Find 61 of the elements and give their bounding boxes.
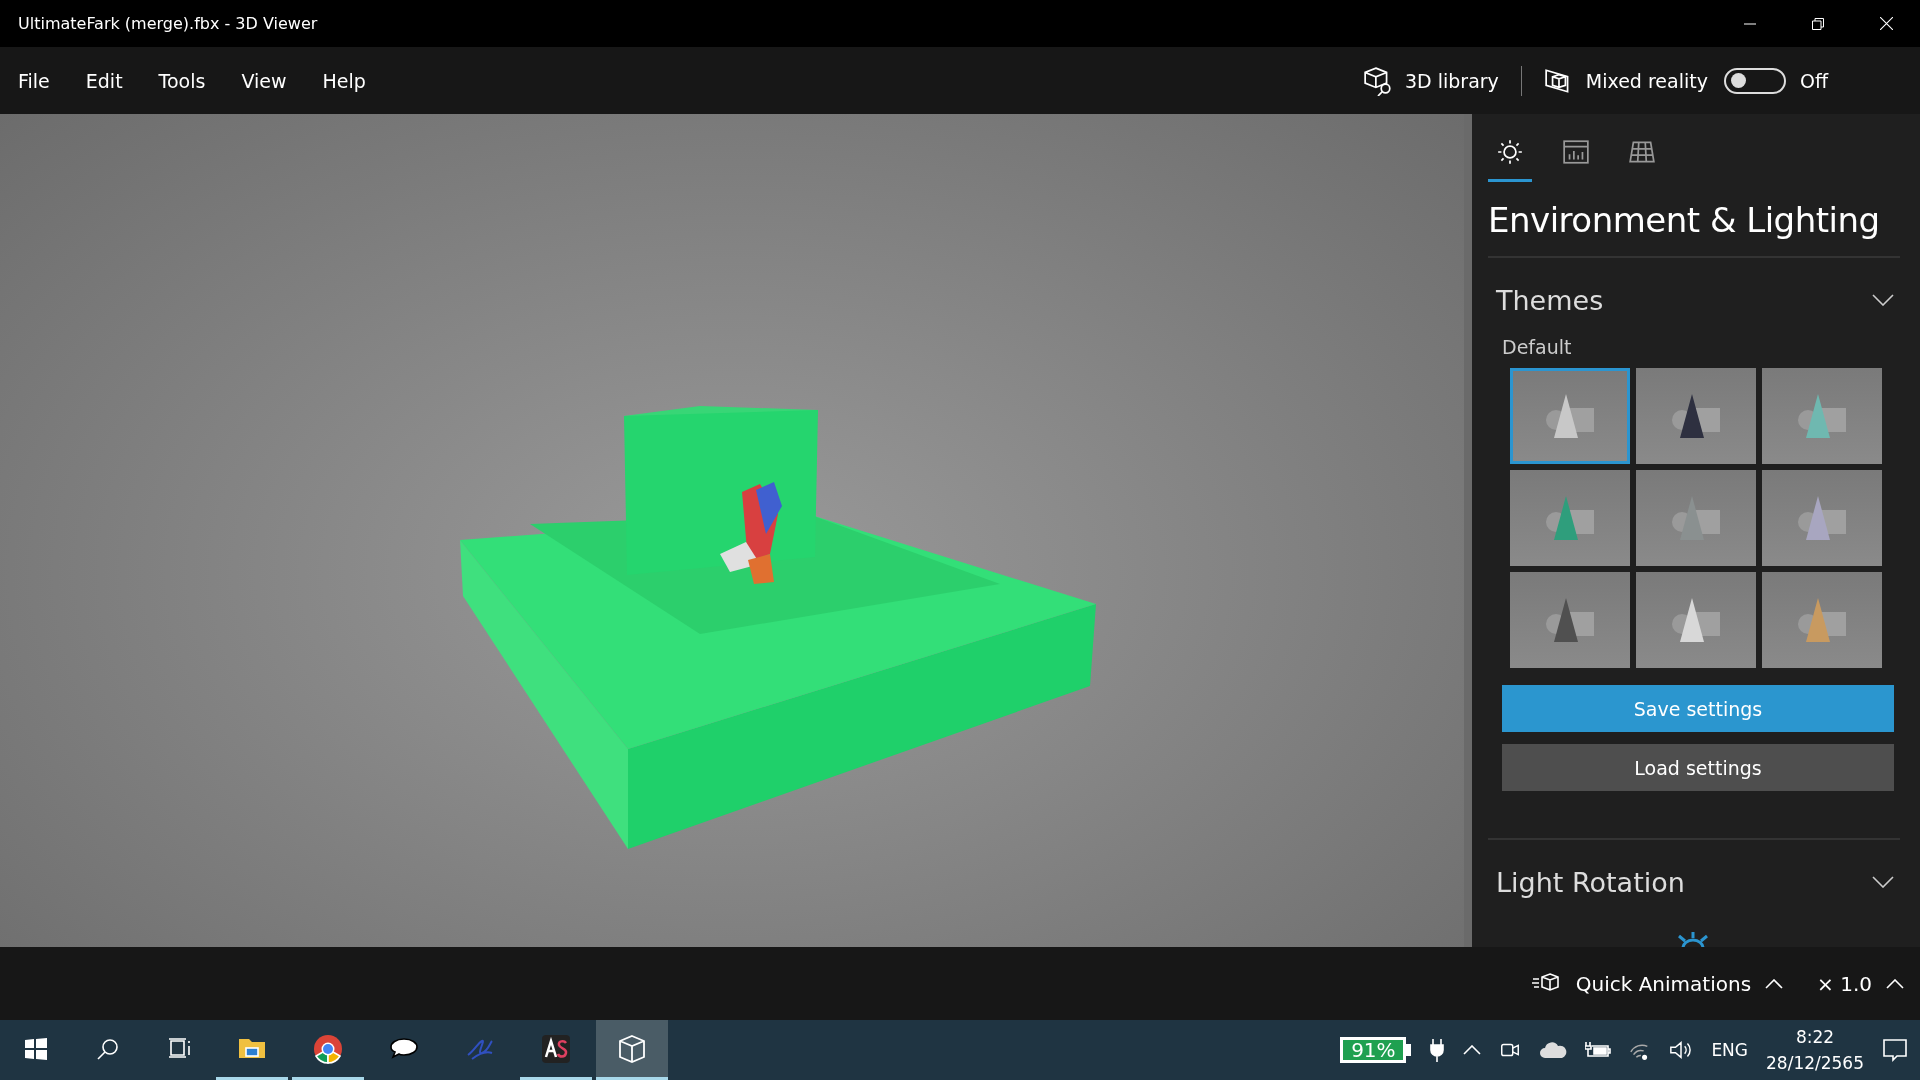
menu-item[interactable]: Help [304,69,384,92]
close-icon [1879,17,1893,30]
chevron-icon [1872,876,1894,888]
menu-item[interactable]: View [223,69,305,92]
menu-item[interactable]: Tools [140,69,224,92]
theme-group-label: Default [1502,336,1573,358]
theme-thumbnail[interactable] [1510,368,1630,464]
3d-library-button[interactable]: 3D library [1346,65,1515,96]
cube-search-icon [1362,65,1393,96]
chart-icon [1562,138,1590,166]
themes-section-header[interactable]: Themes [1496,278,1894,322]
sun-icon [1496,138,1524,166]
browser-icon [312,1032,344,1065]
quick-animations-button[interactable]: Quick Animations [1531,971,1784,996]
load-settings-button[interactable]: Load settings [1502,744,1894,791]
speed-button[interactable]: × 1.0 [1817,971,1904,996]
caret-icon [1765,978,1784,989]
theme-thumbnail[interactable] [1636,572,1756,668]
theme-thumbnail[interactable] [1762,572,1882,668]
theme-preview-drawing [1546,598,1594,642]
theme-thumbnail[interactable] [1510,470,1630,566]
theme-preview-drawing [1798,394,1846,438]
taskbar-app-button[interactable] [596,1020,668,1080]
theme-thumbnail[interactable] [1510,572,1630,668]
theme-preview-drawing [1672,394,1720,438]
menu-item[interactable]: Edit [67,69,141,92]
mixed-reality-toggle[interactable] [1723,67,1786,94]
light-direction-icon[interactable] [1675,932,1711,947]
task-view-icon [168,1036,192,1061]
theme-thumbnail[interactable] [1636,470,1756,566]
window-title: UltimateFark (merge).fbx - 3D Viewer [17,14,319,33]
theme-thumbnail[interactable] [1762,368,1882,464]
cloud-icon[interactable] [1539,1041,1568,1059]
chevron-icon [1872,294,1894,306]
clock[interactable]: 8:22 28/12/2565 [1766,1024,1864,1076]
theme-thumbnail[interactable] [1636,368,1756,464]
panel-title: Environment & Lighting [1488,200,1881,240]
theme-preview-drawing [1546,394,1594,438]
cube-icon [616,1032,648,1065]
theme-preview-drawing [1798,598,1846,642]
theme-preview-drawing [1672,496,1720,540]
caret-icon [1886,978,1904,989]
language-indicator[interactable]: ENG [1711,1040,1748,1060]
mixed-reality-label: Mixed reality [1585,69,1708,92]
light-rotation-section-header[interactable]: Light Rotation [1496,860,1894,904]
power-battery-icon[interactable] [1585,1040,1612,1060]
grid-icon [1628,138,1656,166]
theme-preview-drawing [1798,496,1846,540]
speaker-icon[interactable] [1669,1039,1694,1061]
windows-logo-icon [24,1036,48,1061]
toggle-state-label: Off [1799,69,1828,92]
chevron-up-icon[interactable] [1463,1045,1482,1055]
theme-preview-drawing [1546,496,1594,540]
search-icon [96,1036,120,1061]
notification-icon[interactable] [1882,1037,1908,1063]
theme-preview-drawing [1672,598,1720,642]
plug-icon[interactable] [1429,1038,1446,1062]
restore-icon [1812,17,1824,30]
theme-thumbnail[interactable] [1762,470,1882,566]
menu-item[interactable]: File [0,69,68,92]
as-app-icon [540,1032,572,1065]
